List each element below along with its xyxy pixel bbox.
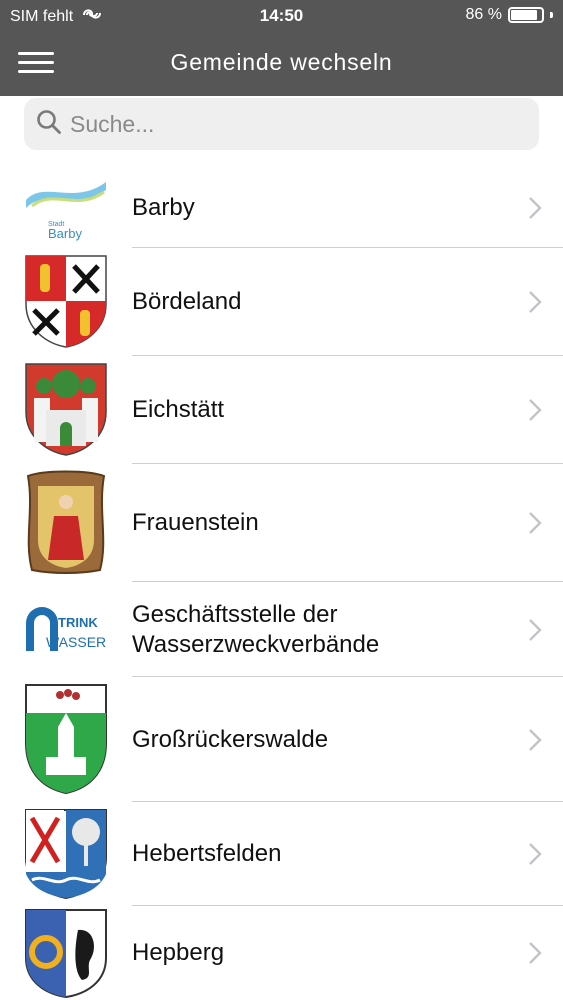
eichstaett-coat-of-arms-icon <box>24 362 108 456</box>
trinkwasser-logo-caption: TRINK <box>58 615 98 630</box>
trinkwasser-logo-icon: TRINK WASSER <box>24 597 108 661</box>
grossrueckerswalde-coat-of-arms-icon <box>24 683 108 795</box>
list-item-barby[interactable]: Stadt Barby Barby <box>0 168 563 248</box>
chevron-right-icon <box>525 677 545 802</box>
chevron-right-icon <box>525 464 545 582</box>
list-item-frauenstein[interactable]: Frauenstein <box>0 464 563 582</box>
battery-icon <box>508 7 544 23</box>
hepberg-coat-of-arms-icon <box>24 908 108 998</box>
trinkwasser-logo-caption-2: WASSER <box>46 634 106 650</box>
frauenstein-coat-of-arms-icon <box>24 470 108 576</box>
battery-fill <box>511 10 537 20</box>
chevron-right-icon <box>525 906 545 1000</box>
chevron-right-icon <box>525 356 545 464</box>
search-input[interactable] <box>70 110 510 138</box>
list-item-label: Geschäftsstelle der Wasserzweckverbände <box>132 600 380 658</box>
list-item-grossrueckerswalde[interactable]: Großrückerswalde <box>0 677 563 802</box>
barby-logo-icon: Stadt Barby <box>24 178 108 242</box>
chevron-right-icon <box>525 582 545 677</box>
list-item-eichstaett[interactable]: Eichstätt <box>0 356 563 464</box>
top-bar: SIM fehlt 14:50 86 % Gemeinde wechseln <box>0 0 563 96</box>
page-title: Gemeinde wechseln <box>170 49 393 75</box>
list-item-label: Hepberg <box>132 939 225 966</box>
list-item-hebertsfelden[interactable]: Hebertsfelden <box>0 802 563 906</box>
barby-logo-caption: Barby <box>48 226 82 241</box>
battery-indicator: 86 % <box>466 6 553 24</box>
battery-percent: 86 % <box>465 6 502 23</box>
battery-tip <box>550 12 553 18</box>
list-item-boerdeland[interactable]: Bördeland <box>0 248 563 356</box>
boerdeland-coat-of-arms-icon <box>24 254 108 348</box>
list-item-label: Frauenstein <box>132 509 259 536</box>
search-icon <box>36 109 62 140</box>
search-bar[interactable] <box>24 98 539 150</box>
status-bar: SIM fehlt 14:50 86 % <box>0 0 563 32</box>
hebertsfelden-coat-of-arms-icon <box>24 808 108 900</box>
list-item-label: Hebertsfelden <box>132 840 282 867</box>
list-item-hepberg[interactable]: Hepberg <box>0 906 563 1000</box>
list-item-label: Barby <box>132 194 195 221</box>
chevron-right-icon <box>525 248 545 356</box>
list-item-geschaeftsstelle-wasserzweckverbaende[interactable]: TRINK WASSER Geschäftsstelle der Wasserz… <box>0 582 563 677</box>
chevron-right-icon <box>525 802 545 906</box>
chevron-right-icon <box>525 168 545 248</box>
list-item-label: Bördeland <box>132 288 242 315</box>
list-item-label: Großrückerswalde <box>132 725 329 753</box>
navigation-bar: Gemeinde wechseln <box>0 32 563 96</box>
list-item-label: Eichstätt <box>132 396 225 423</box>
